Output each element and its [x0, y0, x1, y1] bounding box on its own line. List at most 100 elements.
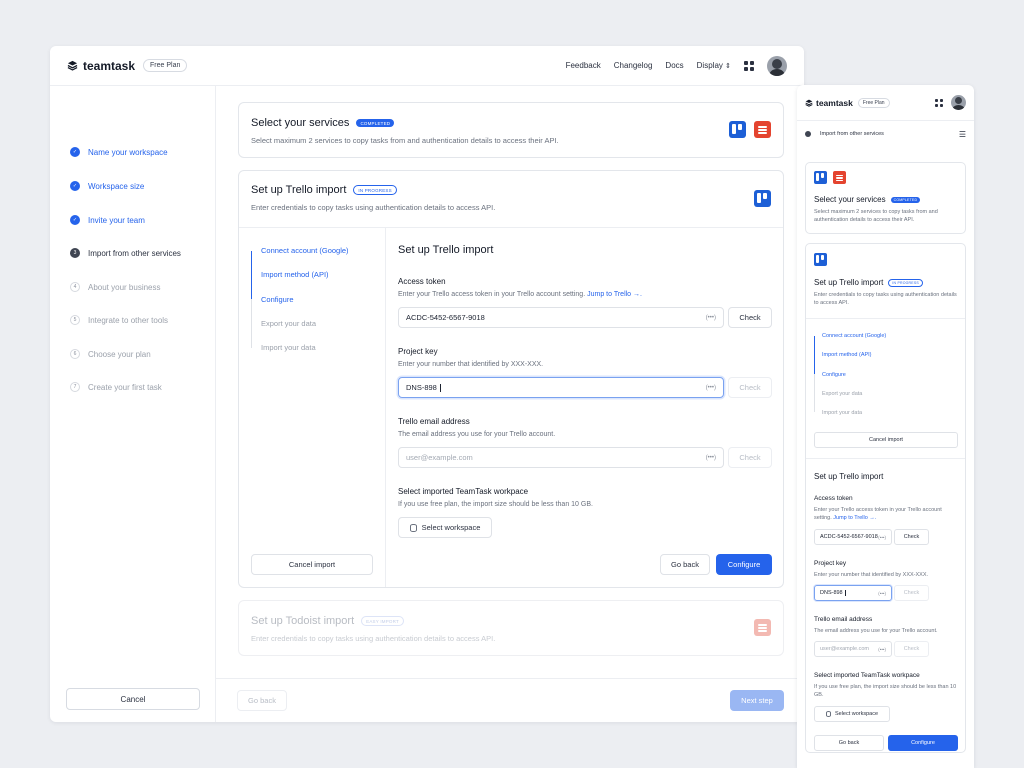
avatar[interactable] [951, 95, 966, 110]
substep-method[interactable]: Import method (API) [822, 352, 872, 358]
substep-import[interactable]: Import your data [261, 343, 316, 352]
access-token-input[interactable]: ACDC-5452-6567-9018 (•••) [814, 529, 892, 545]
substep-method[interactable]: Import method (API) [261, 270, 329, 279]
apps-grid-icon[interactable] [935, 98, 943, 107]
step-2[interactable]: ✓ Workspace size [70, 181, 144, 191]
footer-go-back-button[interactable]: Go back [237, 690, 287, 711]
text-cursor [439, 383, 441, 392]
check-email-button[interactable]: Check [728, 447, 772, 468]
step-4[interactable]: 3 Import from other services [70, 248, 181, 258]
workspace-label: Select imported TeamTask workpace [814, 672, 920, 679]
go-back-button[interactable]: Go back [660, 554, 710, 575]
substep-connect[interactable]: Connect account (Google) [261, 246, 349, 255]
services-title-text: Select your services [814, 195, 886, 204]
mobile-top-bar: teamtask Free Plan [797, 85, 974, 121]
mobile-current-step[interactable]: Import from other services ☰ [797, 121, 974, 147]
nav-display[interactable]: Display ⇕ [697, 61, 731, 70]
step-number: 3 [70, 248, 80, 258]
access-token-input[interactable]: ACDC-5452-6567-9018 (•••) [398, 307, 724, 328]
services-title-text: Select your services [251, 117, 350, 129]
project-key-help: Enter your number that identified by XXX… [814, 572, 929, 578]
check-key-button[interactable]: Check [894, 585, 929, 601]
step-7[interactable]: 6 Choose your plan [70, 349, 151, 359]
nav-changelog[interactable]: Changelog [614, 61, 653, 70]
email-label: Trello email address [814, 616, 873, 623]
todoist-icon[interactable] [833, 171, 846, 184]
step-label: Create your first task [88, 382, 162, 392]
nav-docs[interactable]: Docs [665, 61, 683, 70]
database-icon [409, 523, 417, 532]
step-label: Workspace size [88, 181, 145, 191]
project-key-label: Project key [398, 347, 438, 356]
cancel-import-button[interactable]: Cancel import [251, 554, 373, 575]
step-number: 4 [70, 282, 80, 292]
substep-import[interactable]: Import your data [822, 410, 862, 416]
substep-track-active [251, 251, 252, 299]
logo[interactable]: teamtask [67, 59, 135, 73]
trello-icon[interactable] [729, 121, 746, 138]
check-token-button[interactable]: Check [894, 529, 929, 545]
trello-icon[interactable] [814, 171, 827, 184]
cancel-button[interactable]: Cancel [66, 688, 200, 710]
project-key-value: DNS-898 [820, 590, 843, 596]
substep-export[interactable]: Export your data [261, 319, 316, 328]
check-email-button[interactable]: Check [894, 641, 929, 657]
step-label: Name your workspace [88, 147, 168, 157]
nav-feedback[interactable]: Feedback [566, 61, 601, 70]
step-number: 7 [70, 382, 80, 392]
services-title: Select your services COMPLETED [814, 195, 921, 204]
trello-icon [754, 190, 771, 207]
substep-export[interactable]: Export your data [822, 391, 862, 397]
configure-button[interactable]: Configure [888, 735, 958, 751]
step-label: Invite your team [88, 215, 145, 225]
email-help: The email address you use for your Trell… [398, 431, 556, 438]
jump-to-trello-link[interactable]: Jump to Trello →. [833, 515, 876, 521]
check-token-button[interactable]: Check [728, 307, 772, 328]
configure-button[interactable]: Configure [716, 554, 772, 575]
check-key-button[interactable]: Check [728, 377, 772, 398]
jump-to-trello-link[interactable]: Jump to Trello →. [587, 291, 642, 298]
step-6[interactable]: 5 Integrate to other tools [70, 315, 168, 325]
trello-title: Set up Trello import IN PROGRESS [251, 184, 495, 196]
substep-configure[interactable]: Configure [822, 372, 846, 378]
service-icons [729, 121, 771, 138]
substep-configure[interactable]: Configure [261, 295, 294, 304]
secret-icon: (•••) [705, 454, 716, 461]
go-back-button[interactable]: Go back [814, 735, 884, 751]
form-title: Set up Trello import [814, 472, 884, 481]
substep-connect[interactable]: Connect account (Google) [822, 333, 886, 339]
email-field[interactable]: user@example.com (•••) [398, 447, 724, 468]
form-title: Set up Trello import [398, 244, 494, 256]
step-8[interactable]: 7 Create your first task [70, 382, 162, 392]
avatar[interactable] [767, 55, 787, 76]
email-help: The email address you use for your Trell… [814, 628, 938, 634]
step-5[interactable]: 4 About your business [70, 282, 161, 292]
project-key-label: Project key [814, 560, 847, 567]
email-field[interactable]: user@example.com (•••) [814, 641, 892, 657]
access-token-help: Enter your Trello access token in your T… [398, 291, 642, 298]
project-key-value: DNS-898 [406, 383, 437, 392]
status-badge: EASY IMPORT [361, 616, 404, 626]
todoist-icon[interactable] [754, 121, 771, 138]
step-3[interactable]: ✓ Invite your team [70, 215, 145, 225]
apps-grid-icon[interactable] [744, 60, 754, 71]
trello-title-text: Set up Trello import [251, 184, 347, 196]
access-token-help-text: Enter your Trello access token in your T… [398, 291, 586, 298]
divider [806, 458, 965, 459]
select-workspace-button[interactable]: Select workspace [398, 517, 492, 538]
text-cursor [844, 590, 846, 596]
service-icons [814, 171, 846, 184]
plan-badge: Free Plan [857, 97, 890, 108]
select-workspace-label: Select workspace [834, 711, 879, 717]
project-key-input[interactable]: DNS-898 (•••) [398, 377, 724, 398]
divider [806, 318, 965, 319]
select-workspace-button[interactable]: Select workspace [814, 706, 890, 722]
top-nav: Feedback Changelog Docs Display ⇕ [566, 55, 787, 76]
menu-icon[interactable]: ☰ [959, 130, 966, 139]
logo[interactable]: teamtask [805, 98, 853, 108]
todoist-title-text: Set up Todoist import [251, 615, 355, 627]
next-step-button[interactable]: Next step [730, 690, 784, 711]
project-key-input[interactable]: DNS-898 (•••) [814, 585, 892, 601]
step-1[interactable]: ✓ Name your workspace [70, 147, 168, 157]
cancel-import-button[interactable]: Cancel import [814, 432, 958, 448]
